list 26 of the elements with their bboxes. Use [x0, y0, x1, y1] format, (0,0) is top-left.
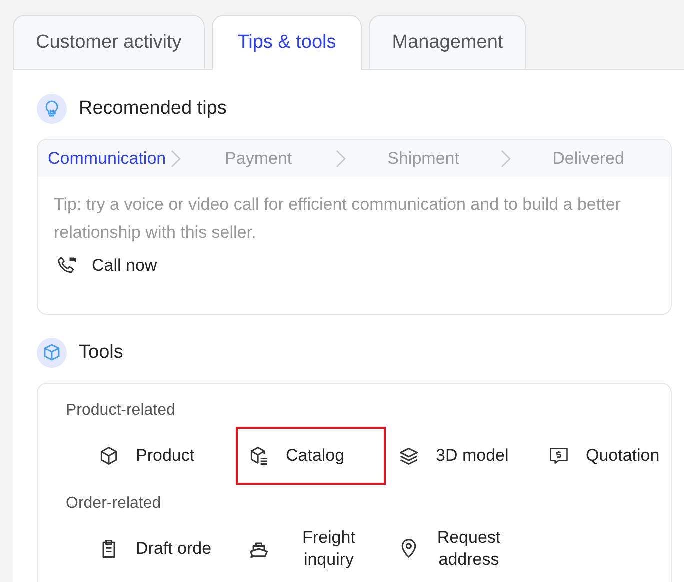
- lightbulb-icon: [37, 94, 67, 124]
- tip-text: Tip: try a voice or video call for efficient communication and to build a better relationship with this seller.: [54, 194, 622, 244]
- tab[interactable]: Management: [369, 15, 526, 69]
- group-label: Product-related: [66, 402, 176, 421]
- tab[interactable]: Tips & tools: [212, 15, 362, 70]
- tool-button[interactable]: Draft orde: [86, 521, 236, 577]
- tool-button[interactable]: 3D model: [386, 427, 536, 485]
- chevron-icon: [500, 148, 512, 168]
- tool-button[interactable]: Request address: [386, 521, 516, 577]
- tab[interactable]: Customer activity: [13, 15, 205, 69]
- step-label[interactable]: Communication: [48, 148, 166, 168]
- cube-list-icon: [248, 445, 270, 467]
- tool-button[interactable]: Quotation: [536, 427, 666, 485]
- chevron-icon: [170, 148, 182, 168]
- dollar-chat-icon: [548, 445, 570, 467]
- section-title: Tools: [79, 342, 124, 364]
- call-now-button[interactable]: Call now: [56, 255, 158, 277]
- cube-icon: [98, 445, 120, 467]
- group-label: Order-related: [66, 495, 162, 514]
- tool-button[interactable]: Catalog: [236, 427, 386, 485]
- section-title: Recomended tips: [79, 98, 227, 120]
- chevron-icon: [335, 148, 348, 168]
- layers-icon: [398, 445, 420, 467]
- tool-button[interactable]: Freight inquiry: [236, 521, 386, 577]
- cube-icon: [37, 338, 67, 368]
- tool-button[interactable]: Product: [86, 427, 236, 485]
